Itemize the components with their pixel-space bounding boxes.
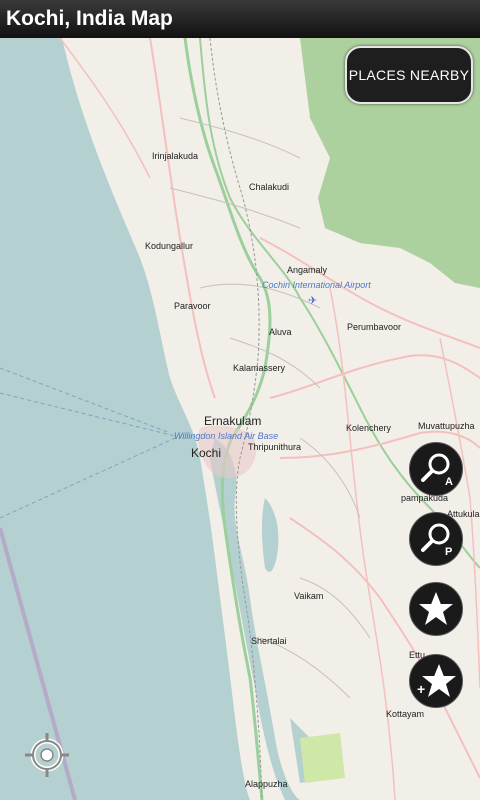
label-kalamassery: Kalamassery (233, 363, 286, 373)
places-nearby-label: PLACES NEARBY (348, 67, 470, 83)
label-muvattupuzha: Muvattupuzha (418, 421, 475, 431)
magnifier-icon: P (421, 523, 452, 558)
label-kottayam: Kottayam (386, 709, 424, 719)
search-address-badge: A (445, 476, 453, 488)
label-ernakulam: Ernakulam (204, 414, 261, 428)
my-location-button[interactable] (23, 731, 71, 779)
search-place-button[interactable]: P (409, 512, 463, 566)
map-canvas[interactable]: ✈ Irinjalakuda Chalakudi Kodungallur Ang… (0, 38, 480, 800)
label-chalakudi: Chalakudi (249, 182, 289, 192)
star-add-icon: + (417, 664, 456, 697)
airport-icon: ✈ (308, 295, 317, 307)
field-area (300, 733, 345, 783)
favorites-button[interactable] (409, 582, 463, 636)
label-angamaly: Angamaly (287, 265, 328, 275)
label-paravoor: Paravoor (174, 301, 211, 311)
label-alappuzha: Alappuzha (245, 779, 288, 789)
page-title: Kochi, India Map (6, 7, 173, 30)
search-address-button[interactable]: A (409, 442, 463, 496)
search-place-badge: P (445, 546, 452, 558)
label-aluva: Aluva (269, 327, 292, 337)
add-favorite-button[interactable]: + (409, 654, 463, 708)
label-airport: Cochin International Airport (262, 280, 371, 290)
label-airbase: Willingdon Island Air Base (174, 431, 278, 441)
star-icon (419, 592, 453, 625)
label-thripunithura: Thripunithura (248, 442, 301, 452)
label-irinjalakuda: Irinjalakuda (152, 151, 198, 161)
label-shertalai: Shertalai (251, 636, 287, 646)
title-bar: Kochi, India Map (0, 0, 480, 38)
label-kolenchery: Kolenchery (346, 423, 392, 433)
map-view[interactable]: ✈ Irinjalakuda Chalakudi Kodungallur Ang… (0, 38, 480, 800)
label-vaikam: Vaikam (294, 591, 323, 601)
add-favorite-badge: + (417, 681, 425, 697)
crosshair-icon (25, 733, 69, 777)
label-kochi: Kochi (191, 446, 221, 460)
label-kodungallur: Kodungallur (145, 241, 193, 251)
magnifier-icon: A (421, 453, 453, 488)
places-nearby-button[interactable]: PLACES NEARBY (345, 46, 473, 104)
label-perumbavoor: Perumbavoor (347, 322, 401, 332)
